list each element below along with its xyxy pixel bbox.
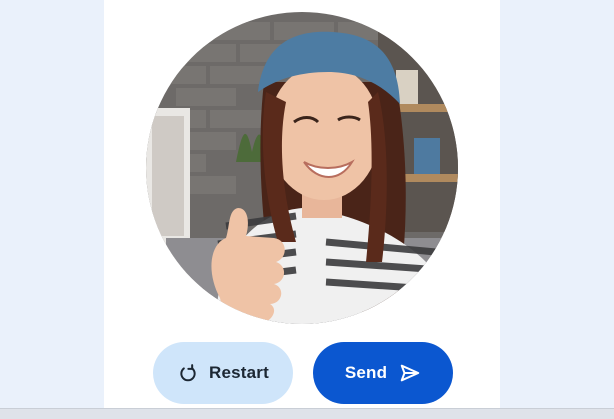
restart-button-label: Restart bbox=[209, 363, 269, 382]
captured-photo bbox=[146, 12, 458, 324]
left-margin bbox=[0, 0, 104, 418]
restart-icon bbox=[177, 362, 199, 384]
send-button-label: Send bbox=[344, 363, 388, 382]
send-button[interactable]: Send bbox=[313, 342, 453, 404]
bottom-bar bbox=[0, 408, 614, 419]
send-icon bbox=[399, 362, 421, 384]
restart-button[interactable]: Restart bbox=[153, 342, 293, 404]
right-margin bbox=[500, 0, 614, 418]
